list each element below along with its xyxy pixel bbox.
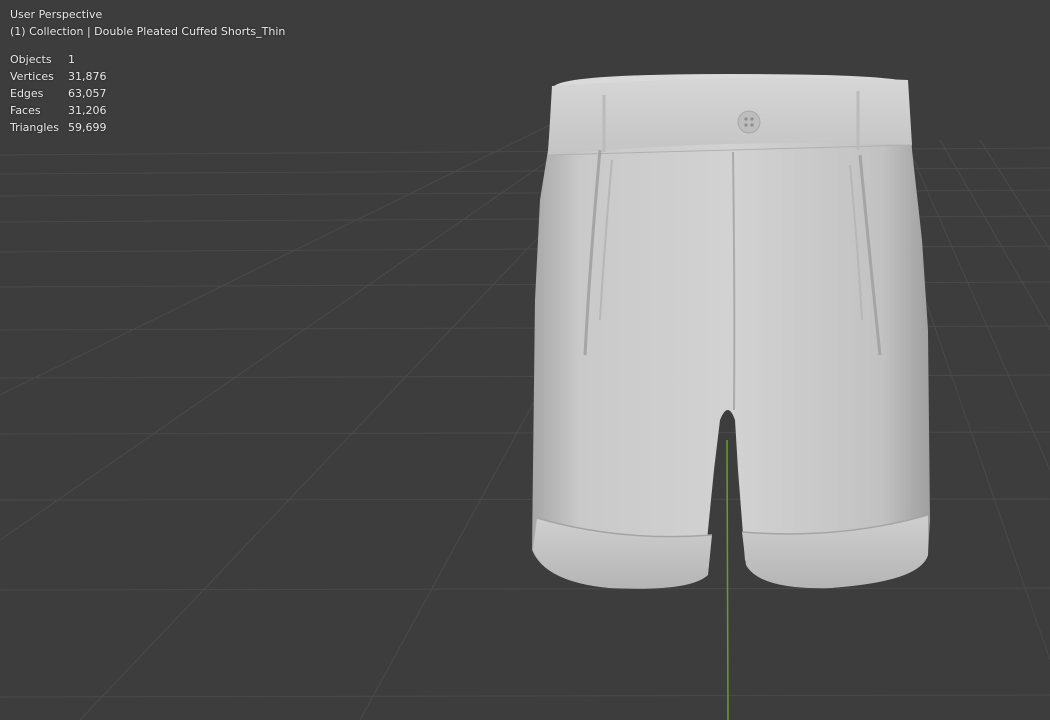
view-name-label: User Perspective: [10, 8, 103, 21]
stat-row-objects: Objects 1: [10, 51, 107, 68]
stat-value: 31,876: [68, 70, 107, 83]
stat-row-edges: Edges 63,057: [10, 85, 107, 102]
stat-value: 31,206: [68, 104, 107, 117]
shorts-mesh[interactable]: [532, 74, 930, 589]
stat-label: Triangles: [10, 121, 59, 134]
scene-statistics: Objects 1 Vertices 31,876 Edges 63,057 F…: [10, 51, 107, 136]
stat-label: Vertices: [10, 70, 54, 83]
stat-value: 63,057: [68, 87, 107, 100]
y-axis-line: [726, 439, 729, 720]
collection-label: (1) Collection | Double Pleated Cuffed S…: [10, 25, 286, 38]
stat-value: 59,699: [68, 121, 107, 134]
stat-label: Edges: [10, 87, 44, 100]
stat-row-vertices: Vertices 31,876: [10, 68, 107, 85]
stat-value: 1: [68, 53, 75, 66]
stat-row-triangles: Triangles 59,699: [10, 119, 107, 136]
3d-viewport[interactable]: User Perspective (1) Collection | Double…: [0, 0, 1050, 720]
viewport-info-overlay: User Perspective (1) Collection | Double…: [10, 6, 285, 136]
stat-label: Faces: [10, 104, 41, 117]
button-icon: [737, 110, 761, 134]
stat-label: Objects: [10, 53, 52, 66]
stat-row-faces: Faces 31,206: [10, 102, 107, 119]
